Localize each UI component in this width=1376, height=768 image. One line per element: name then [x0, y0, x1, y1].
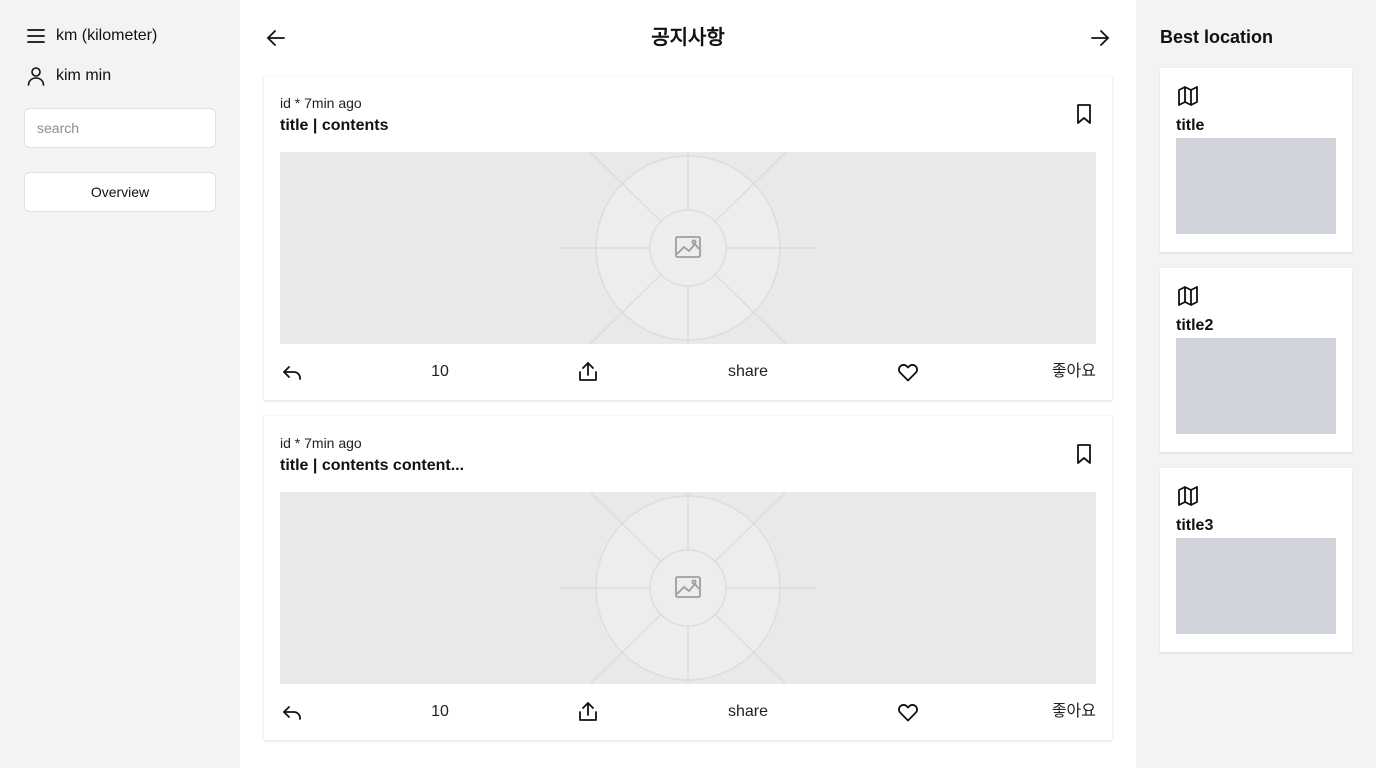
- post-actions: 10 share 좋아요: [280, 360, 1096, 384]
- bookmark-icon[interactable]: [1072, 102, 1096, 126]
- location-thumbnail: [1176, 138, 1336, 234]
- location-card[interactable]: title2: [1160, 268, 1352, 452]
- comment-count: 10: [431, 363, 449, 380]
- right-sidebar: Best location title title2 title3: [1136, 0, 1376, 768]
- map-icon: [1178, 286, 1198, 306]
- map-icon: [1178, 86, 1198, 106]
- location-title: title2: [1176, 317, 1214, 334]
- user-icon: [27, 67, 45, 86]
- post-title[interactable]: title | contents content...: [280, 456, 464, 476]
- post-meta: id * 7min ago: [280, 435, 362, 451]
- share-icon[interactable]: [576, 360, 600, 384]
- menu-icon[interactable]: [24, 24, 48, 48]
- share-label[interactable]: share: [718, 700, 778, 724]
- overview-button[interactable]: Overview: [24, 172, 216, 212]
- page-title: 공지사항: [651, 27, 725, 49]
- location-title: title: [1176, 117, 1205, 134]
- post-image: [280, 492, 1096, 684]
- unit-menu[interactable]: km (kilometer): [24, 24, 216, 48]
- reply-icon[interactable]: [280, 360, 304, 384]
- map-icon: [1178, 486, 1198, 506]
- location-thumbnail: [1176, 538, 1336, 634]
- reply-icon[interactable]: [280, 700, 304, 724]
- share-label[interactable]: share: [718, 360, 778, 384]
- best-location-heading: Best location: [1160, 27, 1274, 47]
- post-title[interactable]: title | contents: [280, 116, 388, 136]
- main-feed: 공지사항 id * 7min ago title | contents 10 s…: [240, 0, 1136, 768]
- post-card: id * 7min ago title | contents 10 share …: [264, 76, 1112, 400]
- like-label[interactable]: 좋아요: [1052, 700, 1096, 724]
- bookmark-icon[interactable]: [1072, 442, 1096, 466]
- location-thumbnail: [1176, 338, 1336, 434]
- top-bar: 공지사항: [264, 24, 1112, 52]
- user-name: kim min: [56, 67, 112, 84]
- location-card[interactable]: title: [1160, 68, 1352, 252]
- post-actions: 10 share 좋아요: [280, 700, 1096, 724]
- location-card[interactable]: title3: [1160, 468, 1352, 652]
- share-icon[interactable]: [576, 700, 600, 724]
- heart-icon[interactable]: [896, 700, 920, 724]
- search-input[interactable]: [24, 108, 216, 148]
- user-profile[interactable]: kim min: [24, 64, 216, 88]
- comment-count: 10: [431, 703, 449, 720]
- heart-icon[interactable]: [896, 360, 920, 384]
- post-meta: id * 7min ago: [280, 95, 362, 111]
- unit-label: km (kilometer): [56, 27, 158, 44]
- like-label[interactable]: 좋아요: [1052, 360, 1096, 384]
- post-image: [280, 152, 1096, 344]
- post-card: id * 7min ago title | contents content..…: [264, 416, 1112, 740]
- arrow-right-icon[interactable]: [1088, 26, 1112, 50]
- location-title: title3: [1176, 517, 1214, 534]
- left-sidebar: km (kilometer) kim min Overview: [0, 0, 240, 768]
